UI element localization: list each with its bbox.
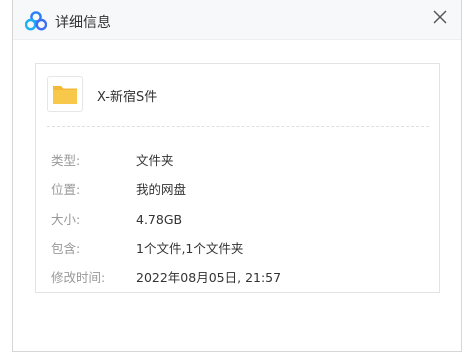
file-name: X-新宿S件 xyxy=(97,90,158,105)
detail-row-contains: 包含: 1个文件,1个文件夹 xyxy=(51,238,243,256)
detail-label: 包含: xyxy=(51,241,81,256)
file-details-card: X-新宿S件 类型: 文件夹 位置: 我的网盘 大小: 4.78GB 包含: 1个文件,… xyxy=(35,63,440,293)
dialog-titlebar: 详细信息 xyxy=(13,0,461,40)
divider xyxy=(47,126,429,127)
detail-row-location: 位置: 我的网盘 xyxy=(51,179,186,197)
detail-row-modified: 修改时间: 2022年08月05日, 21:57 xyxy=(51,267,281,285)
detail-row-size: 大小: 4.78GB xyxy=(51,209,182,227)
baidu-netdisk-logo-icon xyxy=(25,11,47,31)
detail-value: 4.78GB xyxy=(136,212,183,227)
detail-label: 位置: xyxy=(51,182,81,197)
detail-value: 我的网盘 xyxy=(136,182,187,197)
detail-row-type: 类型: 文件夹 xyxy=(51,150,174,168)
details-dialog: 详细信息 X-新宿S件 类型: 文件夹 位置: 我的网盘 大小: 4.78GB 包含:… xyxy=(12,0,462,352)
detail-value: 文件夹 xyxy=(136,153,174,168)
dialog-title: 详细信息 xyxy=(55,15,111,31)
detail-label: 类型: xyxy=(51,153,81,168)
detail-value: 2022年08月05日, 21:57 xyxy=(136,270,282,285)
detail-value: 1个文件,1个文件夹 xyxy=(136,241,244,256)
folder-icon xyxy=(53,86,77,104)
file-thumbnail xyxy=(47,76,83,112)
close-icon[interactable] xyxy=(429,6,451,28)
detail-label: 修改时间: xyxy=(51,270,106,285)
detail-label: 大小: xyxy=(51,212,81,227)
